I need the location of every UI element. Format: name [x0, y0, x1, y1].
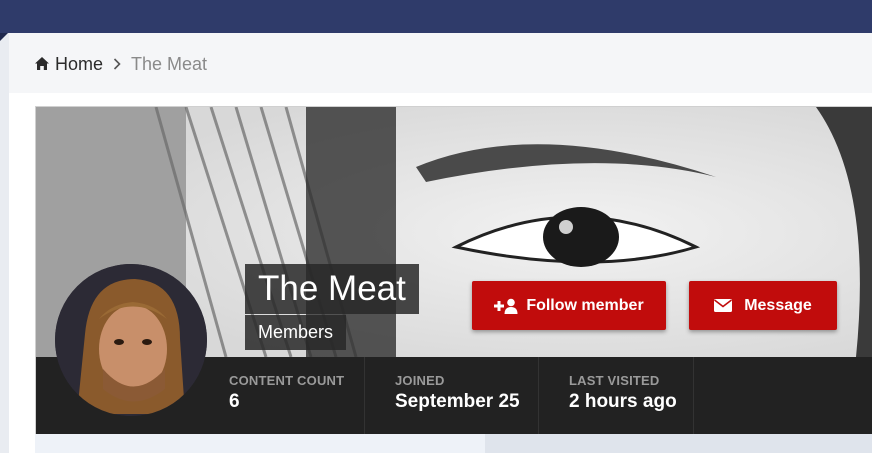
chevron-right-icon: [113, 58, 121, 70]
stat-value: 6: [229, 391, 240, 412]
stat-last-visited: LAST VISITED 2 hours ago: [569, 357, 694, 435]
stat-label: CONTENT COUNT: [229, 373, 345, 388]
stat-joined: JOINED September 25: [395, 357, 539, 435]
topbar-corner-accent: [0, 33, 8, 41]
avatar[interactable]: [55, 264, 207, 416]
profile-name: The Meat: [245, 264, 419, 314]
content-area-left: [35, 434, 485, 453]
message-button[interactable]: Message: [689, 281, 837, 330]
breadcrumb-bar: Home The Meat: [9, 33, 872, 93]
breadcrumb-home-link[interactable]: Home: [55, 54, 103, 75]
follow-member-label: Follow member: [526, 296, 644, 314]
profile-group: Members: [245, 315, 347, 350]
follow-member-button[interactable]: Follow member: [472, 281, 666, 330]
add-user-icon: [494, 298, 518, 314]
stat-label: JOINED: [395, 373, 445, 388]
stat-content-count: CONTENT COUNT 6: [229, 357, 365, 435]
content-area-right: [485, 434, 872, 453]
stat-value: 2 hours ago: [569, 391, 677, 412]
breadcrumb-current: The Meat: [131, 53, 208, 74]
home-icon[interactable]: [34, 56, 50, 72]
message-label: Message: [744, 296, 812, 314]
envelope-icon: [714, 299, 733, 312]
stat-value: September 25: [395, 391, 520, 412]
avatar-image: [55, 264, 207, 416]
top-navigation-bar: [0, 0, 872, 33]
breadcrumb: Home The Meat: [34, 53, 207, 75]
stat-label: LAST VISITED: [569, 373, 660, 388]
